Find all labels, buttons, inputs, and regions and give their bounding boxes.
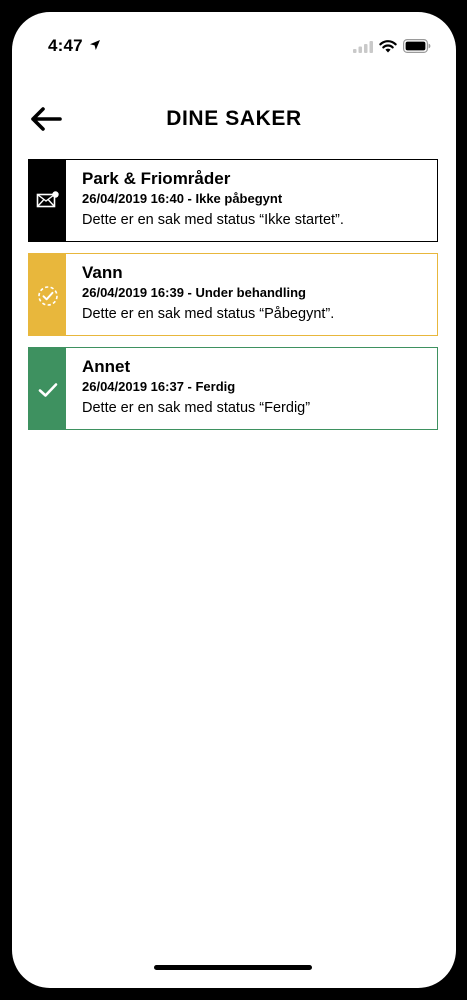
phone-screen: 4:47 DINE SAKER Park & Friområder 26/04/… (12, 12, 456, 988)
case-content: Annet 26/04/2019 16:37 - Ferdig Dette er… (82, 357, 429, 418)
case-description: Dette er en sak med status “Ikke startet… (82, 212, 344, 228)
page-title: DINE SAKER (166, 107, 302, 130)
case-meta: 26/04/2019 16:37 - Ferdig (82, 379, 236, 394)
case-content: Park & Friområder 26/04/2019 16:40 - Ikk… (82, 169, 429, 230)
home-indicator (154, 965, 312, 970)
case-title: Park & Friområder (82, 169, 231, 188)
wifi-icon (379, 40, 397, 53)
status-strip-done (29, 348, 66, 429)
location-arrow-icon (90, 40, 100, 50)
header: DINE SAKER (12, 96, 456, 142)
cellular-signal-icon (353, 41, 373, 53)
status-strip-not-started (29, 160, 66, 241)
case-title: Vann (82, 263, 123, 282)
case-description: Dette er en sak med status “Ferdig” (82, 400, 311, 416)
progress-check-icon (38, 286, 58, 306)
status-bar: 4:47 (12, 12, 456, 72)
case-card-vann[interactable]: Vann 26/04/2019 16:39 - Under behandling… (28, 253, 438, 336)
case-card-park-friomrader[interactable]: Park & Friområder 26/04/2019 16:40 - Ikk… (28, 159, 438, 242)
case-card-annet[interactable]: Annet 26/04/2019 16:37 - Ferdig Dette er… (28, 347, 438, 430)
case-title: Annet (82, 357, 131, 376)
case-meta: 26/04/2019 16:39 - Under behandling (82, 285, 306, 300)
status-strip-in-progress (29, 254, 66, 335)
case-list: Park & Friområder 26/04/2019 16:40 - Ikk… (28, 159, 438, 441)
case-description: Dette er en sak med status “Påbegynt”. (82, 306, 335, 322)
checkmark-icon (38, 383, 58, 397)
battery-icon (403, 39, 431, 53)
envelope-icon (36, 191, 59, 208)
case-content: Vann 26/04/2019 16:39 - Under behandling… (82, 263, 429, 324)
status-time: 4:47 (48, 36, 83, 55)
case-meta: 26/04/2019 16:40 - Ikke påbegynt (82, 191, 283, 206)
